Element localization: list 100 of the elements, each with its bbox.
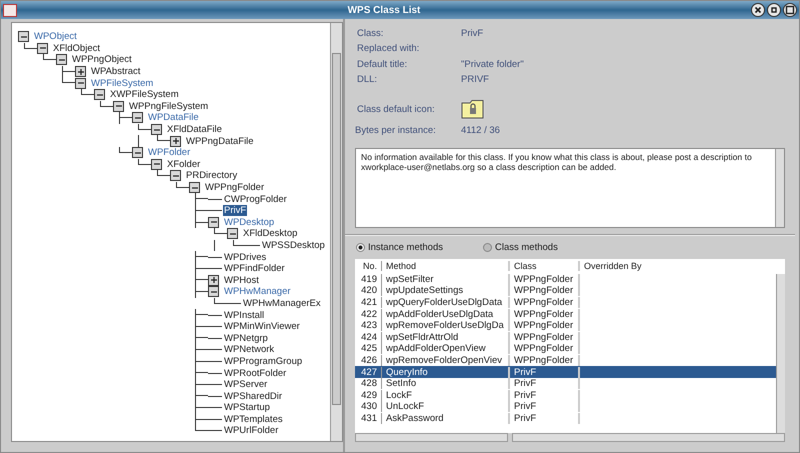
collapse-icon[interactable] (75, 78, 86, 89)
field-value: 4112 / 36 (461, 125, 500, 136)
table-row[interactable]: 424 wpSetFldrAttrOld WPPngFolder (355, 331, 776, 344)
tree-item[interactable]: WPInstall (223, 310, 266, 321)
tree-item[interactable]: WPDrives (223, 252, 268, 263)
tree-item[interactable]: WPDataFile (147, 112, 200, 124)
table-cell: PrivF (510, 401, 580, 412)
table-cell: wpQueryFolderUseDlgData (382, 296, 510, 308)
expand-icon[interactable] (208, 274, 219, 286)
table-cell: 428 (355, 378, 382, 390)
column-header[interactable]: Class (510, 261, 580, 271)
tree-item[interactable]: XFolder (166, 158, 202, 170)
collapse-icon[interactable] (208, 216, 219, 228)
description-box[interactable]: No information available for this class. If you know what this class is about, please post a description to xworkplace-user@netlabs.org so a class description can be added. (355, 148, 785, 228)
tree-item[interactable]: WPProgramGroup (223, 356, 304, 367)
collapse-icon[interactable] (37, 42, 48, 54)
collapse-icon[interactable] (151, 124, 162, 136)
vertical-scrollbar[interactable] (330, 23, 342, 441)
collapse-icon[interactable] (208, 286, 219, 298)
tree-item[interactable]: XWPFileSystem (109, 89, 180, 100)
table-cell: WPPngFolder (510, 343, 580, 354)
tree-item[interactable]: PRDirectory (185, 170, 238, 182)
tree-item[interactable]: WPDesktop (223, 216, 276, 228)
expand-icon[interactable] (170, 136, 181, 147)
table-row[interactable]: 423 wpRemoveFolderUseDlgDa WPPngFolder (355, 320, 776, 332)
table-row[interactable]: 428 SetInfo PrivF (355, 378, 776, 390)
tree-item[interactable]: WPObject (33, 31, 78, 42)
expand-icon[interactable] (75, 66, 86, 78)
collapse-icon[interactable] (170, 170, 181, 182)
table-cell: 429 (355, 390, 382, 401)
tree-item[interactable]: XFldDesktop (242, 228, 298, 240)
vertical-scrollbar[interactable] (775, 148, 784, 226)
tree-item[interactable]: WPNetgrp (223, 332, 269, 344)
table-cell: 424 (355, 332, 382, 343)
table-row[interactable]: 425 wpAddFolderOpenView WPPngFolder (355, 343, 776, 355)
tree-item[interactable]: WPStartup (223, 402, 271, 414)
table-cell: AskPassword (382, 412, 510, 424)
collapse-icon[interactable] (151, 158, 162, 170)
tree-item[interactable]: WPHwManagerEx (242, 298, 322, 309)
tree-item[interactable]: WPTemplates (223, 414, 284, 425)
table-row[interactable]: 431 AskPassword PrivF (355, 412, 776, 424)
table-row[interactable]: 430 UnLockF PrivF (355, 401, 776, 413)
tree-item[interactable]: WPFindFolder (223, 263, 286, 274)
column-header[interactable]: No. (355, 261, 382, 271)
table-row[interactable]: 419 wpSetFilter WPPngFolder (355, 274, 776, 286)
collapse-icon[interactable] (56, 54, 67, 66)
close-icon[interactable] (751, 3, 765, 17)
tree-item[interactable]: WPSharedDir (223, 390, 284, 402)
table-row[interactable]: 422 wpAddFolderUseDlgData WPPngFolder (355, 308, 776, 320)
collapse-icon[interactable] (132, 147, 143, 158)
tree-item[interactable]: WPFolder (147, 147, 192, 158)
horizontal-scrollbar[interactable] (512, 433, 785, 442)
table-row[interactable]: 429 LockF PrivF (355, 389, 776, 402)
table-cell: WPPngFolder (510, 296, 580, 308)
tree-item[interactable]: CWProgFolder (223, 194, 288, 205)
tree-item[interactable]: WPFileSystem (90, 78, 154, 89)
table-cell: PrivF (510, 378, 580, 390)
table-cell: UnLockF (382, 401, 510, 412)
tree-item[interactable]: WPHost (223, 274, 260, 286)
table-row[interactable]: 427 QueryInfo PrivF (355, 366, 776, 378)
tree-item[interactable]: WPServer (223, 379, 268, 390)
collapse-icon[interactable] (113, 100, 124, 112)
horizontal-scrollbar[interactable] (355, 433, 508, 442)
radio-button[interactable]: Class methods (483, 242, 558, 252)
tree-item[interactable]: WPSSDesktop (261, 240, 326, 251)
column-header[interactable]: Overridden By (580, 261, 785, 271)
collapse-icon[interactable] (227, 228, 238, 240)
system-menu-icon[interactable] (3, 4, 17, 16)
collapse-icon[interactable] (132, 112, 143, 124)
tree-item[interactable]: WPPngObject (71, 54, 133, 66)
tree-item[interactable]: XFldDataFile (166, 124, 223, 136)
table-cell: 431 (355, 412, 382, 424)
collapse-icon[interactable] (189, 182, 200, 194)
tree-item[interactable]: WPNetwork (223, 344, 276, 356)
tree-item[interactable]: WPMinWinViewer (223, 321, 301, 332)
table-cell: wpAddFolderUseDlgData (382, 308, 510, 320)
table-cell: 419 (355, 274, 382, 285)
tree-item[interactable]: WPUrlFolder (223, 425, 280, 436)
collapse-icon[interactable] (18, 31, 29, 42)
tree-item[interactable]: WPAbstract (90, 66, 142, 78)
tree-item[interactable]: XFldObject (52, 42, 101, 54)
window-title: WPS Class List (346, 4, 422, 16)
field-value: PrivF (461, 28, 484, 38)
table-row[interactable]: 420 wpUpdateSettings WPPngFolder (355, 285, 776, 297)
minimize-icon[interactable] (767, 3, 781, 17)
column-header[interactable]: Method (382, 261, 510, 271)
table-cell: WPPngFolder (510, 285, 580, 296)
collapse-icon[interactable] (94, 89, 105, 100)
tree-item[interactable]: WPRootFolder (223, 368, 288, 379)
radio-button[interactable]: Instance methods (356, 242, 443, 252)
tree-item[interactable]: WPPngFolder (204, 182, 266, 194)
description-text: No information available for this class. If you know what this class is about, please post a description to xworkplace-user@netlabs.org so a class description can be added. (360, 150, 753, 174)
table-row[interactable]: 421 wpQueryFolderUseDlgData WPPngFolder (355, 296, 776, 308)
maximize-icon[interactable] (783, 3, 797, 17)
tree-item[interactable]: WPHwManager (223, 286, 292, 298)
field-label: Class default icon: (357, 104, 436, 114)
vertical-scrollbar[interactable] (776, 274, 785, 433)
tree-item[interactable]: WPPngDataFile (185, 136, 255, 147)
tree-item[interactable]: PrivF (223, 205, 248, 216)
tree-item[interactable]: WPPngFileSystem (128, 100, 210, 112)
